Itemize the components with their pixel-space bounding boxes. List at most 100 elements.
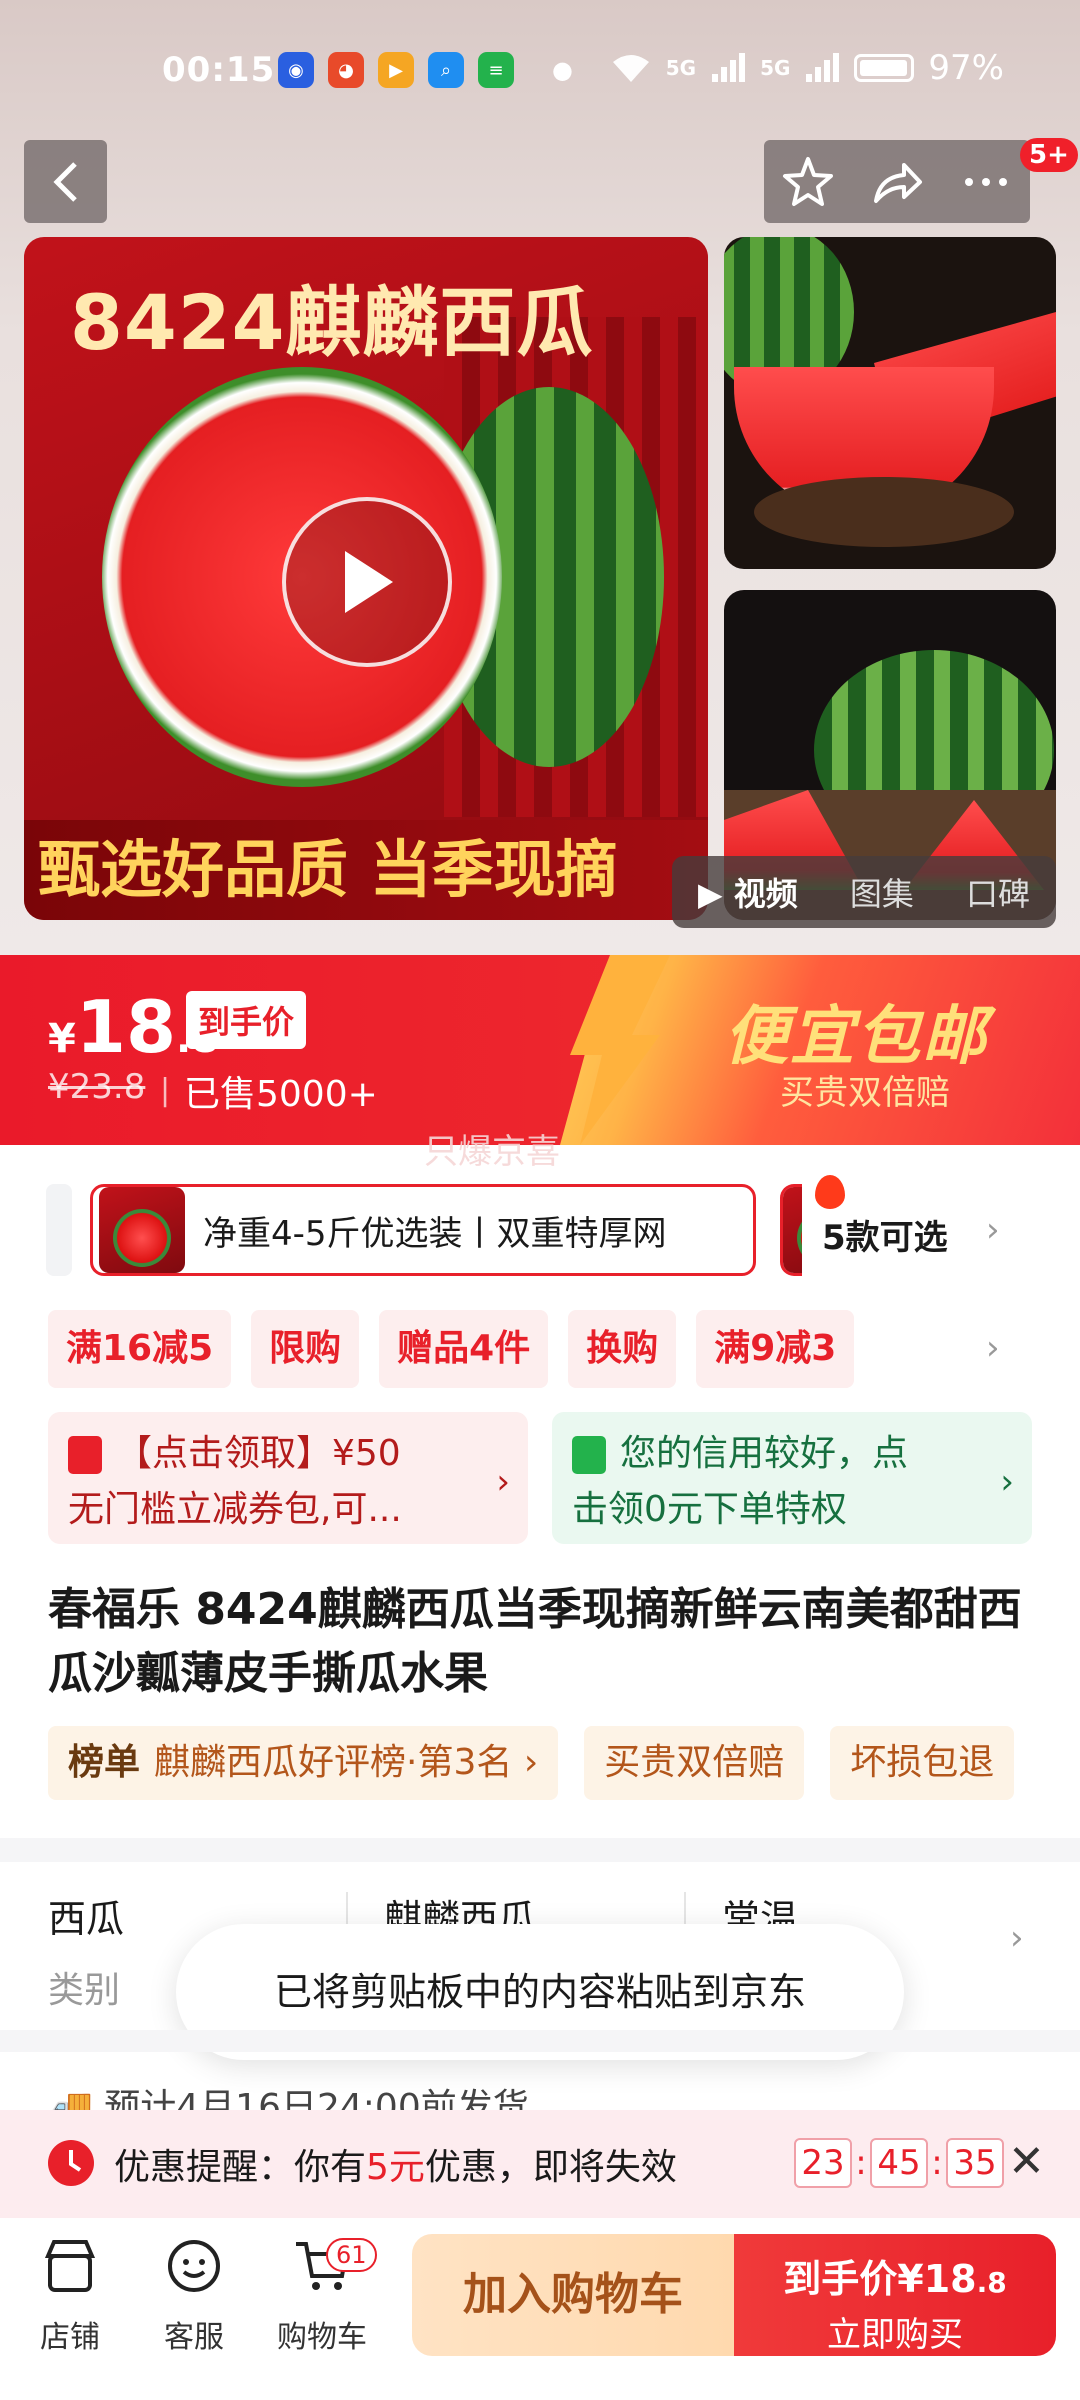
- spec-item: 西瓜 类别: [48, 1888, 124, 2013]
- status-app-icons: ◉ ◕ ▶ ⌕ ≡: [278, 52, 514, 88]
- ranking-label: 榜单: [68, 1742, 141, 1783]
- clock-icon: [48, 2140, 94, 2186]
- credit-card-line1: 您的信用较好，点: [620, 1433, 909, 1474]
- promo-title: 便宜包邮: [724, 1000, 988, 1074]
- reminder-amount: 5元: [366, 2147, 425, 2188]
- hot-flame-icon: [815, 1175, 845, 1209]
- variant-label: 净重4-5斤优选装丨双重特厚网: [203, 1213, 667, 1254]
- tab-gallery[interactable]: 图集: [850, 869, 914, 915]
- message-badge: 5+: [1020, 138, 1078, 172]
- more-icon[interactable]: [959, 155, 1013, 209]
- battery-icon: [854, 54, 915, 82]
- main-product-image[interactable]: 8424麒麟西瓜 甄选好品质 当季现摘: [24, 237, 708, 920]
- tab-reviews[interactable]: 口碑: [966, 869, 1030, 915]
- service-button[interactable]: 客服: [134, 2238, 254, 2356]
- credit-privilege-card[interactable]: 您的信用较好，点 击领0元下单特权 ›: [552, 1412, 1032, 1544]
- watermark: 只爆京喜: [424, 1132, 560, 1172]
- shop-label: 店铺: [40, 2320, 100, 2355]
- wifi-icon: [612, 55, 649, 82]
- back-button[interactable]: [24, 140, 107, 223]
- variant-thumbnail: [99, 1187, 185, 1273]
- discount-reminder[interactable]: 优惠提醒：你有5元优惠，即将失效 23: 45: 35 ✕: [0, 2110, 1080, 2218]
- coupon-tag[interactable]: 满16减5: [48, 1310, 232, 1388]
- play-icon: [345, 551, 393, 613]
- cart-label: 购物车: [277, 2320, 367, 2355]
- signal-5g-1: 5G: [665, 56, 697, 80]
- status-bar: 00:15 ◉ ◕ ▶ ⌕ ≡ ● 5G 5G 97%: [0, 44, 1080, 104]
- shopping-bag-icon: [572, 1436, 606, 1474]
- thumbnail-image-1[interactable]: [724, 237, 1056, 569]
- status-right: 5G 5G 97%: [610, 48, 1004, 88]
- coupon-pack-card[interactable]: 【点击领取】¥50 无门槛立减券包,可... ›: [48, 1412, 528, 1544]
- chevron-left-icon: [52, 161, 77, 202]
- variant-next-edge[interactable]: [780, 1184, 802, 1276]
- signal-icon-1: [712, 53, 746, 82]
- coupon-tag[interactable]: 限购: [251, 1310, 360, 1388]
- variant-selected[interactable]: 净重4-5斤优选装丨双重特厚网: [90, 1175, 845, 1276]
- customer-service-icon: [168, 2240, 220, 2292]
- coupon-card-chevron-icon: ›: [496, 1462, 510, 1502]
- countdown-timer: 23: 45: 35: [794, 2138, 1004, 2188]
- buy-price-decimal: .8: [976, 2266, 1007, 2299]
- image-slogan: 甄选好品质 当季现摘: [24, 820, 708, 920]
- ranking-chip[interactable]: 榜单 麒麟西瓜好评榜·第3名 ›: [48, 1726, 559, 1800]
- coupon-card-line1: 【点击领取】¥50: [116, 1433, 401, 1474]
- credit-card-line2: 击领0元下单特权: [572, 1489, 847, 1530]
- timer-minutes: 45: [870, 2138, 928, 2188]
- coupon-chevron-right-icon[interactable]: ›: [986, 1328, 1000, 1368]
- search-app-icon: ⌕: [428, 52, 464, 88]
- coupon-icon: [68, 1436, 102, 1474]
- variant-prev-edge[interactable]: [46, 1184, 72, 1276]
- star-icon[interactable]: [781, 155, 835, 209]
- coupon-card-line2: 无门槛立减券包,可...: [68, 1489, 402, 1530]
- buy-label: 立即购买: [827, 2315, 963, 2355]
- play-button[interactable]: [282, 497, 452, 667]
- signal-icon-2: [806, 53, 840, 82]
- ranking-text: 麒麟西瓜好评榜·第3名: [154, 1742, 513, 1783]
- notification-dot: ●: [552, 56, 573, 84]
- service-label: 客服: [164, 2320, 224, 2355]
- tab-video-label: 视频: [733, 875, 798, 913]
- share-icon[interactable]: [870, 155, 924, 209]
- original-price: ¥23.8: [48, 1067, 146, 1107]
- clock-hands: [69, 2150, 82, 2172]
- coupon-tag[interactable]: 换购: [568, 1310, 677, 1388]
- currency-symbol: ¥: [48, 1016, 76, 1062]
- price-bar: ¥18.8 到手价 ¥23.8 | 已售5000+ 便宜包邮 买贵双倍赔: [0, 955, 1080, 1145]
- close-icon[interactable]: ✕: [1008, 2136, 1045, 2187]
- credit-card-chevron-icon: ›: [1000, 1462, 1014, 1502]
- price-integer: 18: [75, 985, 177, 1069]
- reminder-text: 优惠提醒：你有5元优惠，即将失效: [114, 2138, 677, 2190]
- coupon-tag[interactable]: 满9减3: [696, 1310, 855, 1388]
- taobao-app-icon: ◕: [328, 52, 364, 88]
- baidu-app-icon: ◉: [278, 52, 314, 88]
- return-chip[interactable]: 坏损包退: [830, 1726, 1015, 1800]
- coupon-tag[interactable]: 赠品4件: [379, 1310, 549, 1388]
- media-tabs: ▶ 视频 图集 口碑: [672, 856, 1056, 928]
- battery-level: 97%: [928, 48, 1004, 88]
- add-to-cart-button[interactable]: 加入购物车: [412, 2234, 734, 2356]
- chevron-right-icon[interactable]: ›: [986, 1210, 1000, 1250]
- product-gallery-area: 00:15 ◉ ◕ ▶ ⌕ ≡ ● 5G 5G 97% 5+ 8424麒麟西瓜: [0, 0, 1080, 955]
- timer-seconds: 35: [946, 2138, 1004, 2188]
- price-separator: |: [160, 1073, 171, 1108]
- status-time: 00:15: [162, 50, 276, 90]
- section-divider: [0, 1838, 1080, 1862]
- thumb1-board: [754, 477, 1014, 547]
- reminder-prefix: 优惠提醒：你有: [114, 2147, 367, 2188]
- chat-app-icon: ≡: [478, 52, 514, 88]
- header-actions: [764, 140, 1030, 223]
- buy-now-button[interactable]: 到手价¥18.8 立即购买: [734, 2234, 1056, 2356]
- section-divider: [0, 2030, 1080, 2052]
- variant-selector: 净重4-5斤优选装丨双重特厚网 5款可选 ›: [0, 1175, 1080, 1280]
- guarantee-chip[interactable]: 买贵双倍赔: [584, 1726, 805, 1800]
- video-app-icon: ▶: [378, 52, 414, 88]
- variant-count[interactable]: 5款可选: [822, 1210, 948, 1259]
- shop-button[interactable]: 店铺: [10, 2238, 130, 2356]
- product-title: 春福乐 8424麒麟西瓜当季现摘新鲜云南美都甜西瓜沙瓤薄皮手撕瓜水果: [48, 1584, 1022, 1699]
- sold-count: 已售5000+: [184, 1074, 378, 1115]
- lightning-icon: [570, 955, 670, 1145]
- tab-video[interactable]: ▶ 视频: [698, 869, 798, 915]
- signal-5g-2: 5G: [760, 56, 791, 80]
- image-title: 8424麒麟西瓜: [70, 278, 594, 367]
